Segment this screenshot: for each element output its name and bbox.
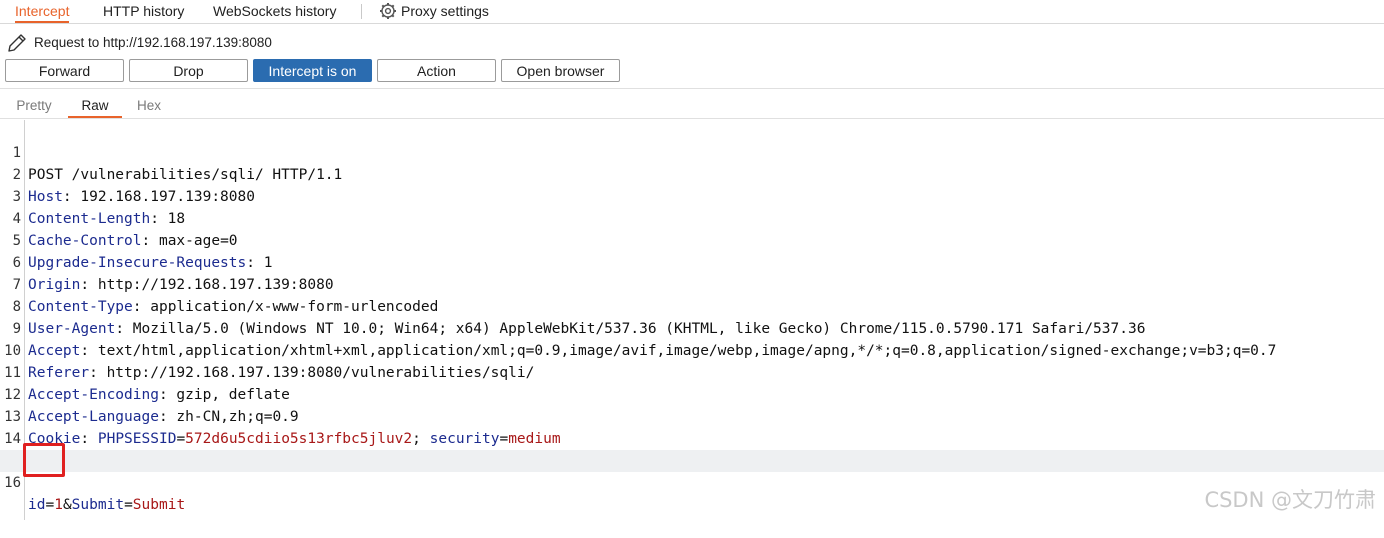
request-body-line: 16 id=1&Submit=Submit: [0, 450, 1384, 513]
line-number: 16: [4, 475, 21, 491]
param-name: id: [28, 497, 46, 513]
open-browser-button[interactable]: Open browser: [501, 59, 620, 82]
tab-intercept-label: Intercept: [15, 3, 70, 19]
request-line: 2 Host: 192.168.197.139:8080: [0, 142, 1384, 205]
request-line: 8 User-Agent: Mozilla/5.0 (Windows NT 10…: [0, 274, 1384, 337]
request-line: 12 Accept-Language: zh-CN,zh;q=0.9: [0, 362, 1384, 425]
proxy-tab-bar: Intercept HTTP history WebSockets histor…: [0, 0, 1384, 24]
request-line: 4 Cache-Control: max-age=0: [0, 186, 1384, 249]
pencil-icon: [8, 34, 26, 52]
param-value: 1: [54, 497, 63, 513]
drop-button[interactable]: Drop: [129, 59, 248, 82]
view-tabs-divider: [0, 118, 1384, 119]
tab-raw[interactable]: Raw: [68, 96, 122, 118]
tab-pretty[interactable]: Pretty: [10, 96, 58, 116]
gear-icon[interactable]: [379, 2, 397, 20]
param-value: Submit: [132, 497, 186, 513]
request-line: 3 Content-Length: 18: [0, 164, 1384, 227]
tab-websockets-history[interactable]: WebSockets history: [213, 0, 336, 22]
tab-hex[interactable]: Hex: [130, 96, 168, 116]
request-line: 13 Cookie: PHPSESSID=572d6u5cdiio5s13rfb…: [0, 384, 1384, 447]
request-target-label: Request to http://192.168.197.139:8080: [34, 35, 272, 50]
tab-intercept[interactable]: Intercept: [15, 0, 70, 23]
request-line: 15: [0, 428, 1384, 469]
request-line: 5 Upgrade-Insecure-Requests: 1: [0, 208, 1384, 271]
request-line: 6 Origin: http://192.168.197.139:8080: [0, 230, 1384, 293]
forward-button[interactable]: Forward: [5, 59, 124, 82]
intercept-toggle-button[interactable]: Intercept is on: [253, 59, 372, 82]
tab-http-history[interactable]: HTTP history: [103, 0, 184, 22]
tab-http-history-label: HTTP history: [103, 3, 185, 19]
tab-proxy-settings-label: Proxy settings: [401, 3, 489, 19]
tab-active-underline: [15, 21, 70, 23]
toolbar-divider: [0, 88, 1384, 89]
request-line: 14 Connection: close: [0, 406, 1384, 469]
param-name: Submit: [71, 497, 125, 513]
highlight-annotation-box: [23, 443, 65, 477]
watermark: CSDN @文刀竹肃: [1204, 488, 1376, 512]
request-line: 7 Content-Type: application/x-www-form-u…: [0, 252, 1384, 315]
tab-raw-label: Raw: [81, 98, 109, 113]
request-line: 9 Accept: text/html,application/xhtml+xm…: [0, 296, 1384, 359]
tab-divider: [361, 4, 362, 19]
tab-proxy-settings[interactable]: Proxy settings: [401, 0, 489, 22]
action-button[interactable]: Action: [377, 59, 496, 82]
request-line: 10 Referer: http://192.168.197.139:8080/…: [0, 318, 1384, 381]
request-line: 1 POST /vulnerabilities/sqli/ HTTP/1.1: [0, 120, 1384, 183]
request-editor[interactable]: 1 POST /vulnerabilities/sqli/ HTTP/1.1 2…: [0, 120, 1384, 520]
tab-websockets-history-label: WebSockets history: [213, 3, 337, 19]
request-line: 11 Accept-Encoding: gzip, deflate: [0, 340, 1384, 403]
